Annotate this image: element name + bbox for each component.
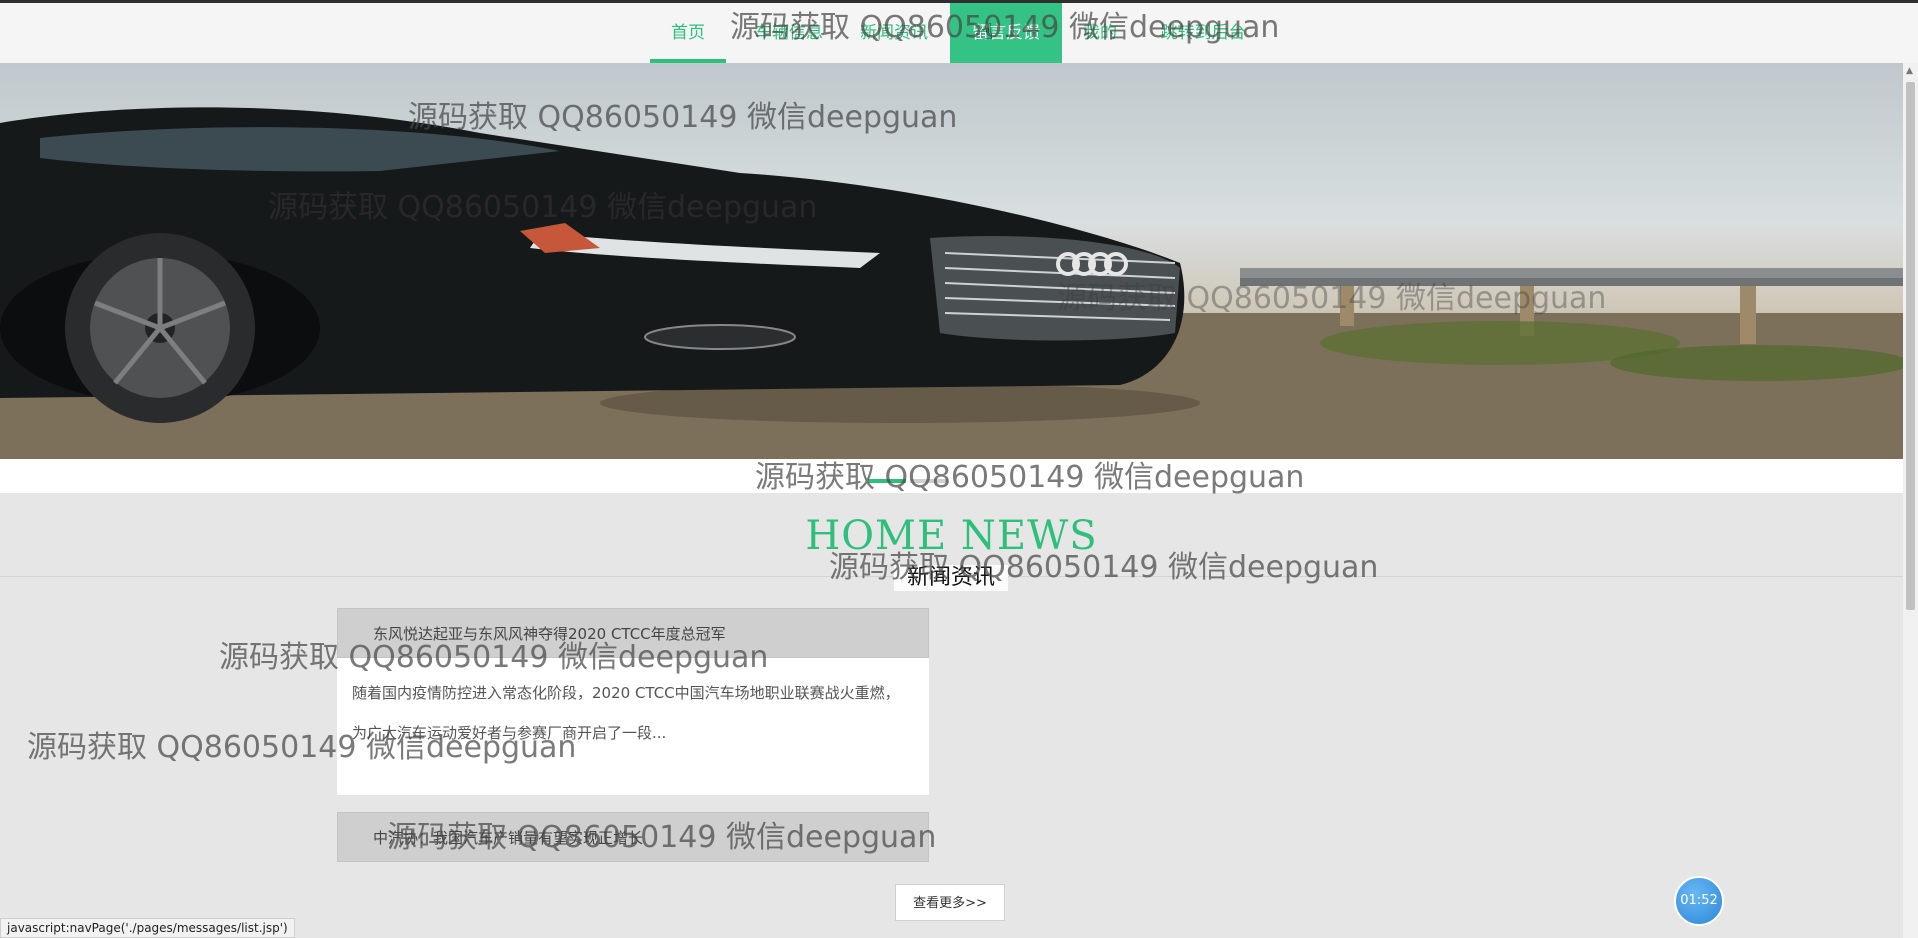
nav-item-vehicles[interactable]: 车辆信息 — [739, 3, 839, 63]
section-title: HOME NEWS — [805, 513, 1098, 559]
news-card[interactable]: 中汽协：我国汽车产销量有望实现正增长 — [337, 812, 929, 862]
banner-carousel[interactable] — [0, 63, 1903, 459]
browser-status-bar: javascript:navPage('./pages/messages/lis… — [0, 918, 295, 938]
nav-item-admin[interactable]: 跳转到后台 — [1150, 3, 1256, 63]
nav-item-feedback[interactable]: 留言反馈 — [950, 3, 1062, 63]
nav-item-mine[interactable]: 我的 — [1075, 3, 1125, 63]
carousel-indicators — [868, 479, 948, 483]
scrollbar-thumb[interactable] — [1906, 82, 1915, 610]
nav-item-home[interactable]: 首页 — [650, 3, 726, 63]
carousel-dot[interactable] — [910, 479, 948, 483]
view-more-button[interactable]: 查看更多>> — [895, 884, 1005, 921]
news-card[interactable]: 东风悦达起亚与东风风神夺得2020 CTCC年度总冠军 随着国内疫情防控进入常态… — [337, 608, 929, 795]
nav-item-news[interactable]: 新闻资讯 — [849, 3, 939, 63]
news-title[interactable]: 东风悦达起亚与东风风神夺得2020 CTCC年度总冠军 — [337, 608, 929, 658]
carousel-indicator-strip — [0, 459, 1903, 493]
car-photo — [0, 107, 1903, 459]
top-navbar: 首页 车辆信息 新闻资讯 留言反馈 我的 跳转到后台 — [0, 3, 1918, 64]
scroll-up-arrow-icon[interactable]: ▲ — [1906, 66, 1913, 76]
timer-badge[interactable]: 01:52 — [1674, 876, 1724, 926]
pointer-cursor-icon: ☝ — [980, 20, 994, 45]
news-summary: 随着国内疫情防控进入常态化阶段，2020 CTCC中国汽车场地职业联赛战火重燃，… — [337, 658, 929, 795]
carousel-dot-active[interactable] — [868, 479, 906, 483]
section-subtitle: 新闻资讯 — [894, 565, 1008, 591]
news-title[interactable]: 中汽协：我国汽车产销量有望实现正增长 — [337, 812, 929, 862]
